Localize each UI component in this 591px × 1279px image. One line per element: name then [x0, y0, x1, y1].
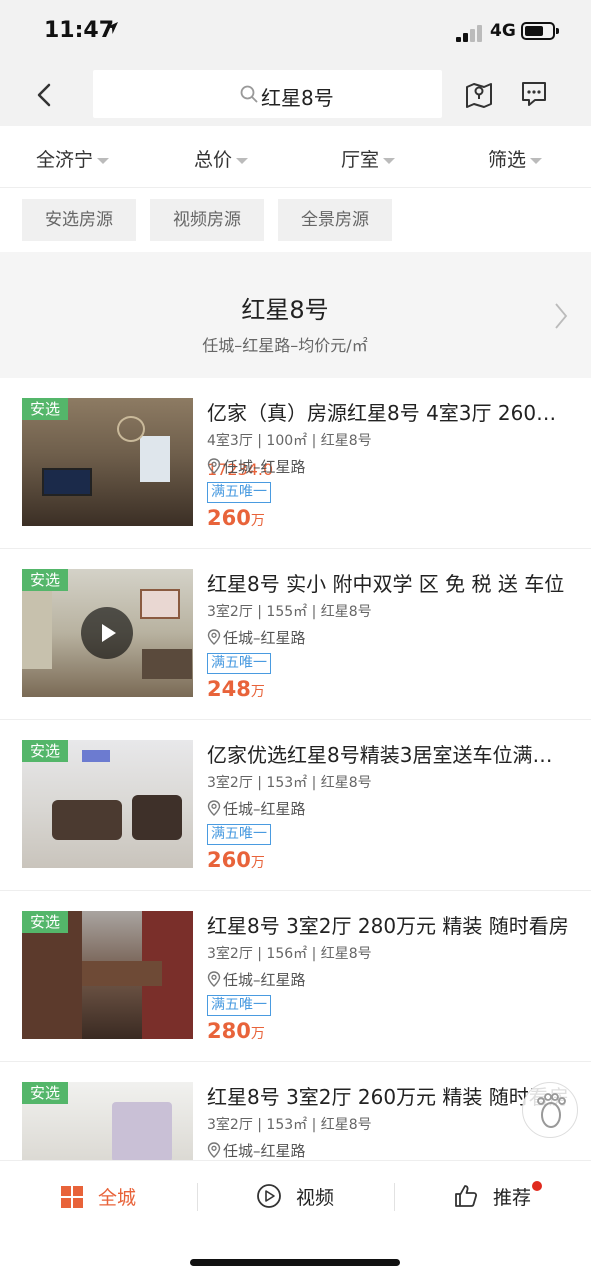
filter-price[interactable]: 总价: [194, 145, 249, 172]
tab-video[interactable]: 视频: [256, 1183, 334, 1210]
listing-meta: 3室2厅 | 153㎡ | 红星8号: [207, 1117, 372, 1133]
listing-meta: 4室3厅 | 100㎡ | 红星8号: [207, 433, 372, 449]
listing-address: 任城–红星路: [207, 798, 306, 819]
tab-divider: [197, 1183, 198, 1211]
filter-region[interactable]: 全济宁: [36, 145, 110, 172]
notification-dot: [532, 1181, 542, 1191]
location-pin-icon: [207, 1142, 221, 1158]
play-circle-icon: [257, 1184, 281, 1208]
listing-meta: 3室2厅 | 156㎡ | 红星8号: [207, 946, 372, 962]
safe-badge: 安选: [22, 740, 68, 762]
listing-tag: 满五唯一: [207, 824, 271, 845]
listing-price: 260万: [207, 848, 265, 872]
listing-title: 红星8号 实小 附中双学 区 免 税 送 车位: [207, 572, 565, 596]
thumbs-up-icon: [455, 1185, 478, 1207]
search-query: 红星8号: [261, 86, 334, 110]
listing-tag: 满五唯一: [207, 482, 271, 503]
listing-item[interactable]: 安选 亿家优选红星8号精装3居室送车位满五唯一 3室2厅 | 153㎡ | 红星…: [0, 720, 591, 891]
listing-photo: 安选: [22, 398, 193, 526]
listing-item[interactable]: 安选 红星8号 实小 附中双学 区 免 税 送 车位 3室2厅 | 155㎡ |…: [0, 549, 591, 720]
listing-price: 260万: [207, 506, 265, 530]
listing-title: 红星8号 3室2厅 260万元 精装 随时看房: [207, 1085, 569, 1109]
tag-panorama-listings[interactable]: 全景房源: [278, 199, 392, 241]
filter-rooms[interactable]: 厅室: [341, 145, 396, 172]
home-indicator: [190, 1259, 400, 1266]
listing-address: 任城–红星路: [207, 627, 306, 648]
tab-divider: [394, 1183, 395, 1211]
caret-down-icon: [236, 157, 249, 164]
back-arrow-icon[interactable]: [30, 80, 60, 110]
filter-bar: 全济宁 总价 厅室 筛选: [0, 126, 591, 188]
search-input[interactable]: 红星8号: [93, 70, 442, 118]
play-video-icon[interactable]: [81, 607, 133, 659]
listing-price: 248万: [207, 677, 265, 701]
listing-meta: 3室2厅 | 153㎡ | 红星8号: [207, 775, 372, 791]
community-card[interactable]: 红星8号 任城–红星路–均价 17234.0 元/㎡: [0, 252, 591, 479]
listing-price: 280万: [207, 1019, 265, 1043]
signal-icon: [456, 24, 484, 42]
location-pin-icon: [207, 458, 221, 474]
tab-recommend[interactable]: 推荐: [453, 1183, 531, 1210]
listing-meta: 3室2厅 | 155㎡ | 红星8号: [207, 604, 372, 620]
tag-safe-listings[interactable]: 安选房源: [22, 199, 136, 241]
listing-address: 任城–红星路: [207, 1140, 306, 1161]
safe-badge: 安选: [22, 911, 68, 933]
caret-down-icon: [97, 157, 110, 164]
nav-bar: 红星8号: [0, 64, 591, 126]
listing-title: 亿家优选红星8号精装3居室送车位满五唯一: [207, 743, 569, 767]
listing-tag: 满五唯一: [207, 653, 271, 674]
tag-video-listings[interactable]: 视频房源: [150, 199, 264, 241]
chevron-right-icon: [555, 303, 568, 329]
search-icon: [240, 85, 258, 103]
safe-badge: 安选: [22, 398, 68, 420]
listing-title: 红星8号 3室2厅 280万元 精装 随时看房: [207, 914, 569, 938]
grid-icon: [61, 1186, 83, 1208]
footprint-button[interactable]: [522, 1082, 578, 1138]
safe-badge: 安选: [22, 569, 68, 591]
community-name: 红星8号: [241, 296, 329, 324]
listing-address: 任城–红星路: [207, 969, 306, 990]
map-icon[interactable]: [465, 79, 493, 109]
listing-photo: 安选: [22, 569, 193, 697]
listing-tag: 满五唯一: [207, 995, 271, 1016]
location-pin-icon: [207, 971, 221, 987]
status-bar: 11:47 4G: [0, 0, 591, 64]
caret-down-icon: [383, 157, 396, 164]
network-label: 4G: [490, 21, 516, 41]
location-pin-icon: [207, 800, 221, 816]
message-icon[interactable]: [520, 80, 548, 108]
filter-more[interactable]: 筛选: [488, 145, 543, 172]
listing-item[interactable]: 安选 亿家（真）房源红星8号 4室3厅 260万... 4室3厅 | 100㎡ …: [0, 378, 591, 549]
location-pin-icon: [207, 629, 221, 645]
listing-list: 安选 亿家（真）房源红星8号 4室3厅 260万... 4室3厅 | 100㎡ …: [0, 378, 591, 1233]
listing-photo: 安选: [22, 911, 193, 1039]
quick-tags: 安选房源 视频房源 全景房源: [0, 188, 591, 252]
caret-down-icon: [530, 157, 543, 164]
tab-city[interactable]: 全城: [60, 1183, 136, 1210]
community-desc: 任城–红星路–均价 17234.0 元/㎡: [202, 336, 368, 479]
listing-photo: 安选: [22, 740, 193, 868]
listing-title: 亿家（真）房源红星8号 4室3厅 260万...: [207, 401, 569, 425]
listing-address: 任城–红星路: [207, 456, 306, 477]
footprint-icon: [537, 1093, 566, 1128]
battery-icon: [521, 22, 559, 40]
listing-item[interactable]: 安选 红星8号 3室2厅 280万元 精装 随时看房 3室2厅 | 156㎡ |…: [0, 891, 591, 1062]
safe-badge: 安选: [22, 1082, 68, 1104]
location-arrow-icon: [106, 22, 118, 34]
